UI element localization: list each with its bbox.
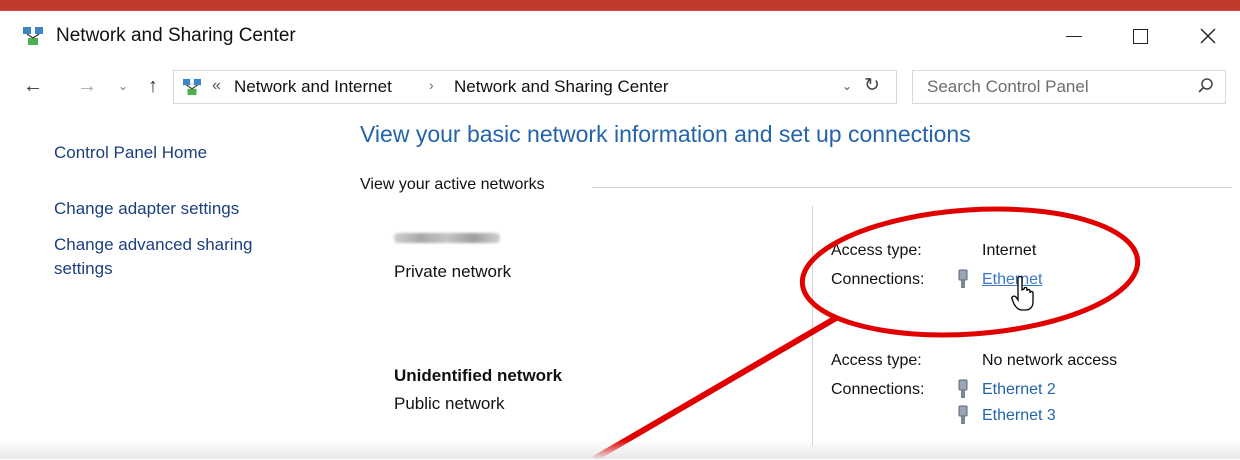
sidebar-item-change-advanced-sharing-settings[interactable]: Change advanced sharing settings [54,233,294,281]
breadcrumb-network-sharing-center[interactable]: Network and Sharing Center [454,77,669,97]
search-input[interactable]: Search Control Panel [912,70,1226,104]
window-title: Network and Sharing Center [56,25,296,46]
network-center-icon [23,27,43,45]
access-type-value: No network access [982,352,1118,369]
ethernet-plug-icon [958,405,968,424]
search-icon[interactable] [1197,77,1215,95]
minimize-icon [1066,35,1082,37]
minimize-button[interactable] [1046,17,1102,55]
back-arrow-icon[interactable]: ← [22,75,44,97]
access-type-label: Access type: [831,352,922,369]
network-center-icon [183,78,201,96]
connection-link-ethernet-2[interactable]: Ethernet 2 [982,381,1056,399]
vertical-divider [812,206,813,446]
sidebar-item-change-adapter-settings[interactable]: Change adapter settings [54,197,294,221]
connections-label: Connections: [831,271,925,288]
breadcrumb-network-and-internet[interactable]: Network and Internet [234,77,392,97]
network-type: Private network [394,262,512,281]
connection-link-ethernet-3[interactable]: Ethernet 3 [982,407,1056,425]
refresh-icon[interactable]: ↻ [864,74,880,97]
control-panel-window: Network and Sharing Center ← → ⌄ ↑ « Net… [0,10,1240,460]
network-type: Public network [394,394,505,413]
recent-locations-chevron-icon[interactable]: ⌄ [112,75,134,97]
forward-arrow-icon[interactable]: → [76,75,98,97]
maximize-button[interactable] [1112,17,1168,55]
section-label: View your active networks [360,176,545,193]
breadcrumb-separator[interactable]: › [429,77,434,93]
section-divider [592,187,1232,188]
close-icon [1200,28,1216,44]
ethernet-plug-icon [958,379,968,398]
sidebar-item-control-panel-home[interactable]: Control Panel Home [54,141,294,165]
close-button[interactable] [1180,17,1236,55]
address-bar[interactable]: « Network and Internet › Network and Sha… [173,70,897,104]
navigation-row: ← → ⌄ ↑ « Network and Internet › Network… [0,67,1240,107]
connection-link-ethernet[interactable]: Ethernet [982,271,1042,289]
breadcrumb-overflow[interactable]: « [212,77,221,95]
address-dropdown-icon[interactable]: ⌄ [842,79,852,93]
access-type-value: Internet [982,242,1037,259]
network-name: Unidentified network [394,366,563,385]
page-title: View your basic network information and … [360,121,971,147]
top-red-strip [0,0,1240,10]
up-arrow-icon[interactable]: ↑ [142,75,164,97]
access-type-label: Access type: [831,242,922,259]
title-bar: Network and Sharing Center [0,11,1240,59]
network-name-obscured [394,233,500,243]
search-placeholder: Search Control Panel [927,77,1089,96]
ethernet-plug-icon [958,269,968,288]
maximize-icon [1132,28,1148,44]
connections-label: Connections: [831,381,925,398]
bottom-fade [0,440,1240,459]
